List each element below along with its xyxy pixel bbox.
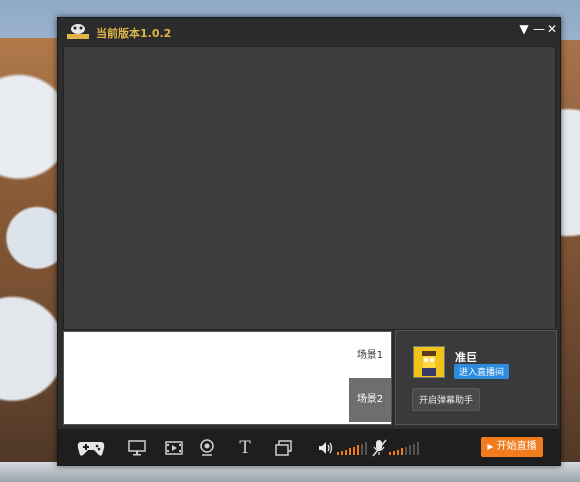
camera-source-button[interactable] (196, 437, 218, 459)
start-live-label: 开始直播 (496, 441, 537, 452)
mic-volume-meter[interactable] (388, 441, 422, 455)
stream-preview-area (63, 46, 556, 330)
camera-icon (200, 439, 214, 456)
video-icon (165, 441, 183, 455)
microphone-muted-icon[interactable] (371, 439, 387, 457)
play-icon: ▶ (487, 442, 494, 451)
monitor-icon (128, 440, 146, 456)
landscape-left (0, 38, 62, 482)
speaker-icon[interactable] (318, 440, 334, 456)
app-window: 当前版本1.0.2 ▼ — ✕ 场景1 场景2 准巨 进入直播间 开启弹幕助手 (57, 17, 561, 466)
title-bar[interactable]: 当前版本1.0.2 ▼ — ✕ (58, 18, 560, 44)
dropdown-menu-icon[interactable]: ▼ (517, 22, 531, 36)
game-capture-button[interactable] (76, 437, 106, 459)
enter-room-button[interactable]: 进入直播间 (454, 364, 510, 379)
video-source-button[interactable] (163, 437, 185, 459)
image-icon (275, 440, 292, 456)
close-button[interactable]: ✕ (545, 22, 559, 36)
scene-2-tab[interactable]: 场景2 (349, 378, 391, 422)
text-icon: T (239, 438, 251, 458)
window-title: 当前版本1.0.2 (96, 27, 172, 40)
text-source-button[interactable]: T (234, 437, 256, 459)
screen-capture-button[interactable] (126, 437, 148, 459)
start-live-button[interactable]: ▶ 开始直播 (481, 437, 543, 457)
image-source-button[interactable] (273, 437, 295, 459)
username: 准巨 (455, 351, 477, 364)
minimize-button[interactable]: — (532, 22, 546, 36)
danmu-helper-button[interactable]: 开启弹幕助手 (412, 388, 481, 411)
scene-1-tab[interactable]: 场景1 (349, 334, 391, 378)
user-avatar[interactable] (413, 346, 445, 378)
user-panel: 准巨 进入直播间 开启弹幕助手 (395, 330, 557, 425)
douyu-logo-icon (67, 24, 89, 39)
bottom-toolbar: T ▶ 开始直播 (58, 429, 560, 465)
scene-panel: 场景1 场景2 (63, 331, 392, 425)
gamepad-icon (77, 442, 105, 456)
speaker-volume-meter[interactable] (336, 441, 370, 455)
